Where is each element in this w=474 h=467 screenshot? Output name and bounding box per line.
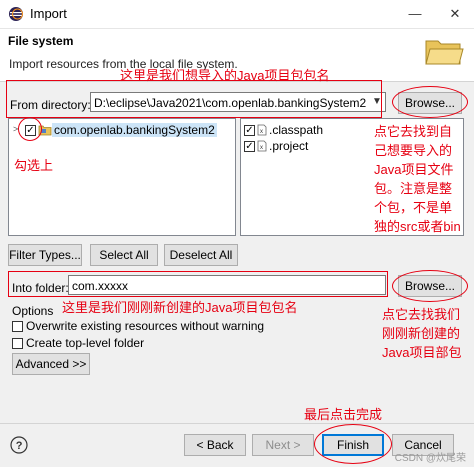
annotation-browse2-note: 点它去找我们 刚刚新创建的 Java项目部包 <box>382 305 461 362</box>
annotation-line: 刚刚新创建的 <box>382 326 461 341</box>
file-icon: x <box>257 140 267 152</box>
svg-text:x: x <box>260 129 263 135</box>
overwrite-label[interactable]: Overwrite existing resources without war… <box>26 319 264 333</box>
import-dialog: Import — ✕ File system Import resources … <box>0 0 474 467</box>
annotation-line: 点它去找我们 <box>382 307 461 322</box>
annotation-line: 包。注意是整 <box>374 181 453 196</box>
folder-icon <box>425 40 464 65</box>
svg-text:x: x <box>260 145 263 151</box>
check-icon: ✓ <box>245 141 254 152</box>
annotation-ellipse-browse2 <box>392 270 468 302</box>
annotation-line: 点它去找到自 <box>374 124 453 139</box>
footer-divider <box>0 423 474 424</box>
filter-types-button[interactable]: Filter Types... <box>8 244 82 266</box>
file-icon: x <box>257 124 267 136</box>
deselect-all-button[interactable]: Deselect All <box>164 244 238 266</box>
annotation-line: Java项目部包 <box>382 345 462 360</box>
tree-item-label[interactable]: com.openlab.bankingSystem2 <box>52 123 217 137</box>
minimize-button[interactable]: — <box>404 4 426 24</box>
title-bar <box>0 0 474 29</box>
annotation-finish: 最后点击完成 <box>304 407 383 422</box>
file-checkbox-project[interactable]: ✓ <box>244 141 255 152</box>
options-group-label: Options <box>12 304 54 318</box>
check-icon: ✓ <box>245 125 254 136</box>
watermark: CSDN @炊尾荣 <box>394 453 466 464</box>
back-button[interactable]: < Back <box>184 434 246 456</box>
annotation-line: 独的src或者bin <box>374 219 461 234</box>
annotation-line: 个包，不是单 <box>374 200 453 215</box>
next-button[interactable]: Next > <box>252 434 314 456</box>
window-title: Import <box>30 6 67 21</box>
select-all-button[interactable]: Select All <box>90 244 158 266</box>
top-level-folder-label[interactable]: Create top-level folder <box>26 336 144 350</box>
top-level-folder-checkbox[interactable] <box>12 338 23 349</box>
help-glyph: ? <box>16 440 23 452</box>
annotation-ellipse-finish <box>314 424 392 464</box>
page-title: File system <box>8 34 74 48</box>
annotation-box-into-folder <box>8 271 388 297</box>
annotation-line: Java项目文件 <box>374 162 454 177</box>
annotation-browse-note: 点它去找到自 己想要导入的 Java项目文件 包。注意是整 个包，不是单 独的s… <box>374 122 461 236</box>
advanced-button[interactable]: Advanced >> <box>12 353 90 375</box>
close-button[interactable]: ✕ <box>444 4 466 24</box>
file-item-label[interactable]: .project <box>269 139 308 153</box>
annotation-box-directory <box>6 80 382 118</box>
annotation-check: 勾选上 <box>14 158 54 173</box>
annotation-line: 己想要导入的 <box>374 143 453 158</box>
overwrite-checkbox[interactable] <box>12 321 23 332</box>
annotation-ellipse-browse <box>392 86 468 118</box>
annotation-ellipse-checkbox <box>18 117 42 141</box>
eclipse-icon <box>9 7 23 21</box>
annotation-into-folder: 这里是我们刚刚新创建的Java项目包包名 <box>62 300 298 315</box>
help-icon[interactable]: ? <box>10 436 28 454</box>
file-checkbox-classpath[interactable]: ✓ <box>244 125 255 136</box>
file-item-label[interactable]: .classpath <box>269 123 323 137</box>
